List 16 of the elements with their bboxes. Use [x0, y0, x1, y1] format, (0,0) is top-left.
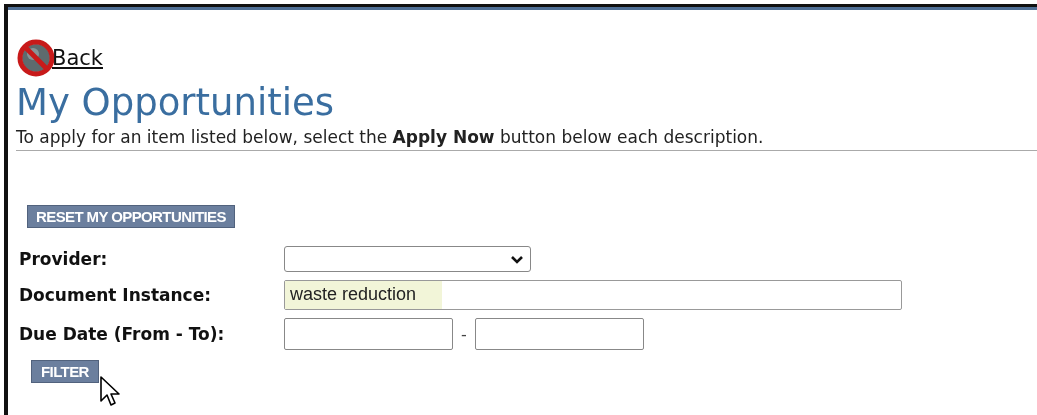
input-field[interactable] — [474, 318, 644, 350]
field-label: Due Date (From - To): — [18, 324, 226, 344]
reset-button[interactable]: RESET MY OPPORTUNITIES — [27, 205, 235, 228]
page-title: My Opportunities — [16, 82, 336, 124]
input-field[interactable] — [284, 318, 453, 350]
prohibited-icon — [16, 38, 56, 78]
filter-button[interactable]: FILTER — [31, 360, 99, 383]
mouse-pointer-icon — [99, 375, 123, 409]
field-label: Document Instance: — [18, 285, 212, 305]
field-label: Provider: — [18, 249, 109, 269]
chevron-down-icon — [510, 254, 524, 264]
instruction-text: To apply for an item listed below, select the Apply Now button below each description. — [16, 126, 765, 148]
input-field[interactable]: waste reduction — [284, 280, 902, 310]
range-separator: - — [461, 324, 467, 344]
provider-dropdown[interactable] — [284, 246, 531, 272]
back-link[interactable]: Back — [52, 46, 103, 70]
